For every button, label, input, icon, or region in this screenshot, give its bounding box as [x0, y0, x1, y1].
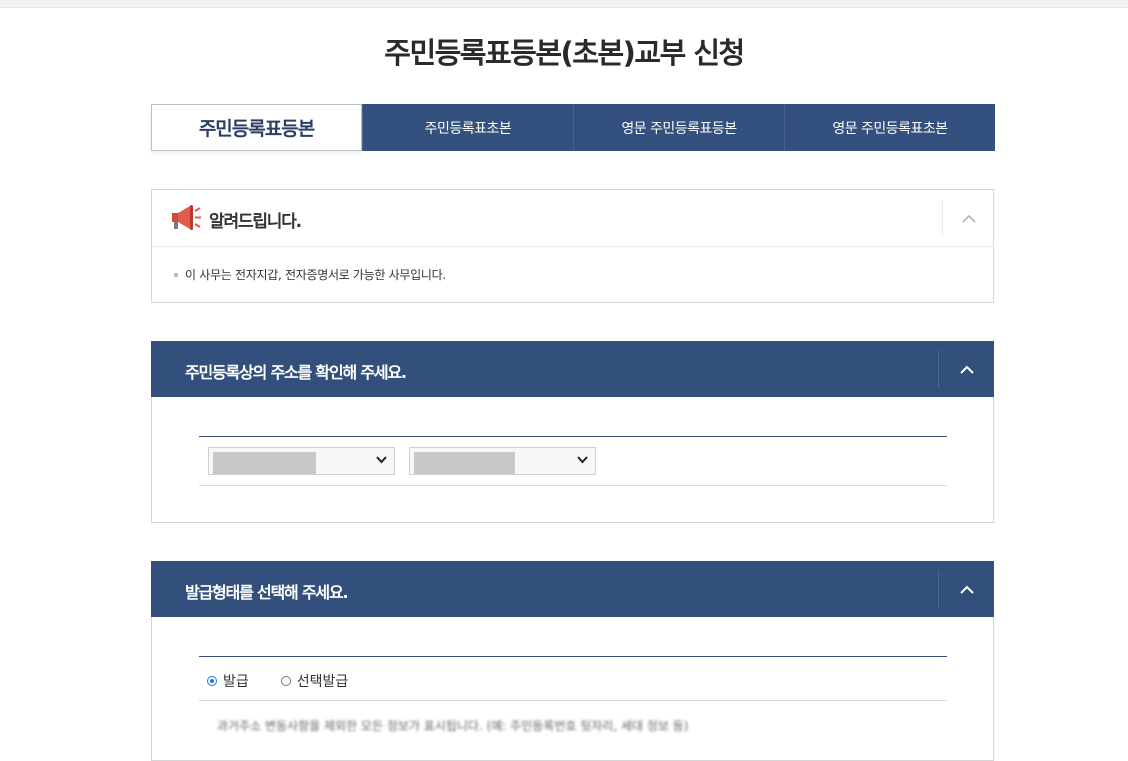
issue-type-options: 발급 선택발급 [207, 671, 380, 691]
tab-english-register-abstract[interactable]: 영문 주민등록표초본 [784, 104, 995, 151]
address-section-collapse-button[interactable] [938, 350, 995, 388]
notice-header: 알려드립니다. [152, 190, 993, 247]
radio-issue[interactable]: 발급 [207, 671, 249, 691]
page-title: 주민등록표등본(초본)교부 신청 [384, 36, 745, 70]
address-section-header: 주민등록상의 주소를 확인해 주세요. [151, 341, 994, 397]
address-select-1[interactable] [208, 447, 395, 475]
tab-resident-register-copy[interactable]: 주민등록표등본 [151, 104, 362, 151]
divider [199, 700, 947, 701]
radio-selective-issue-label: 선택발급 [296, 674, 349, 690]
address-section: 주민등록상의 주소를 확인해 주세요. [151, 341, 994, 523]
issue-type-section-title: 발급형태를 선택해 주세요. [185, 583, 349, 602]
issue-type-note: 과거주소 변동사항을 제외한 모든 정보가 표시됩니다. (예: 주민등록번호 … [217, 719, 689, 733]
notice-message-text: 이 사무는 전자지갑, 전자증명서로 가능한 사무입니다. [185, 268, 446, 282]
chevron-up-icon [961, 214, 976, 223]
notice-box: 알려드립니다. 이 사무는 전자지갑, 전자증명서로 가능한 사무입니다. [151, 189, 994, 303]
chevron-down-icon [376, 456, 387, 464]
radio-unchecked-icon[interactable] [280, 676, 291, 686]
megaphone-icon [172, 205, 201, 230]
chevron-down-icon [577, 456, 588, 464]
address-select-2[interactable] [409, 447, 596, 475]
notice-collapse-button[interactable] [942, 200, 994, 236]
address-section-title: 주민등록상의 주소를 확인해 주세요. [185, 363, 407, 382]
radio-issue-label: 발급 [223, 674, 249, 690]
divider [199, 485, 947, 486]
top-bar [0, 0, 1128, 8]
document-type-tabs: 주민등록표등본 주민등록표초본 영문 주민등록표등본 영문 주민등록표초본 [151, 104, 995, 151]
redacted-value [213, 452, 316, 474]
chevron-up-icon [960, 365, 974, 374]
issue-type-section: 발급형태를 선택해 주세요. 발급 선택발급 과거주소 변동사항을 제외한 모든… [151, 561, 994, 761]
radio-checked-icon[interactable] [207, 676, 217, 686]
issue-type-section-collapse-button[interactable] [938, 570, 995, 608]
radio-selective-issue[interactable]: 선택발급 [280, 671, 349, 691]
tab-resident-register-abstract[interactable]: 주민등록표초본 [362, 104, 573, 151]
issue-type-section-header: 발급형태를 선택해 주세요. [151, 561, 994, 617]
notice-title: 알려드립니다. [209, 212, 302, 232]
bullet-icon [174, 272, 178, 277]
tab-english-register-copy[interactable]: 영문 주민등록표등본 [573, 104, 784, 151]
issue-type-form: 발급 선택발급 과거주소 변동사항을 제외한 모든 정보가 표시됩니다. (예:… [199, 656, 947, 733]
redacted-value [414, 452, 515, 474]
chevron-up-icon [960, 585, 974, 594]
address-form [199, 436, 947, 486]
notice-message: 이 사무는 전자지갑, 전자증명서로 가능한 사무입니다. [174, 266, 446, 283]
